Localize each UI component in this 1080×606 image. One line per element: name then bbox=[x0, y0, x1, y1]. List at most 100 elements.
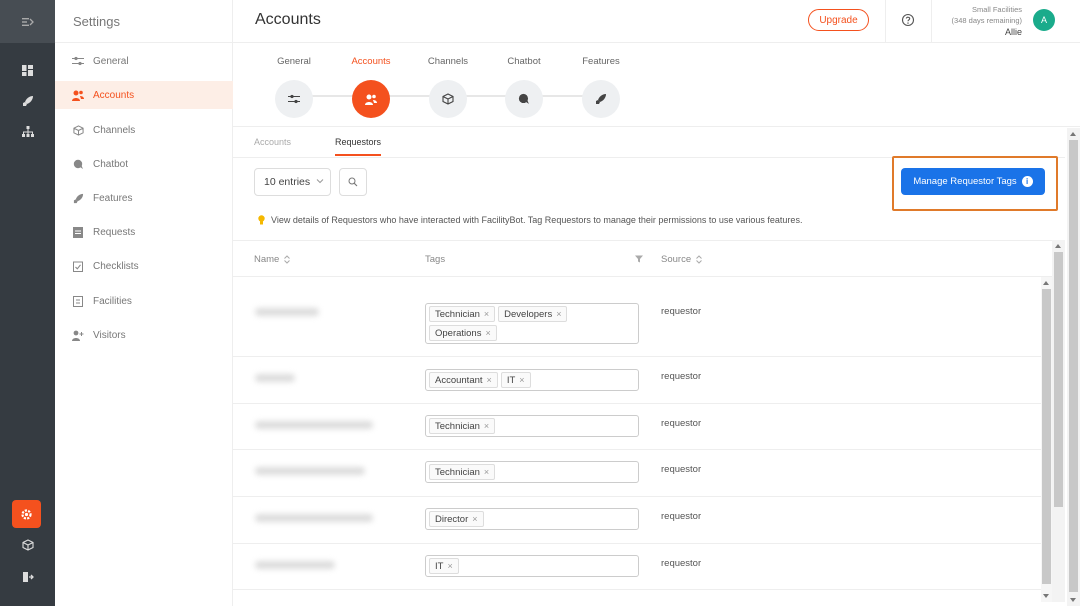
collapse-button[interactable] bbox=[0, 0, 55, 43]
tags-input[interactable]: Technician × bbox=[425, 461, 639, 483]
rail-facilities-button[interactable] bbox=[0, 120, 55, 144]
column-header-source[interactable]: Source bbox=[661, 254, 702, 265]
user-name[interactable]: Allie bbox=[1005, 27, 1022, 37]
sidebar-item-channels[interactable]: Channels bbox=[55, 116, 233, 144]
step-label: Chatbot bbox=[507, 56, 541, 67]
step-general[interactable]: General bbox=[254, 44, 334, 118]
source-cell: requestor bbox=[661, 464, 702, 475]
rail-box-button[interactable] bbox=[0, 533, 55, 557]
tag-chip[interactable]: IT × bbox=[429, 558, 459, 574]
filter-icon[interactable] bbox=[635, 255, 643, 263]
users-icon bbox=[365, 94, 377, 105]
table-body-scrollbar[interactable] bbox=[1041, 277, 1052, 602]
sidebar-item-label: Accounts bbox=[93, 89, 135, 101]
search-button[interactable] bbox=[339, 168, 367, 196]
account-subtabs: Accounts Requestors bbox=[233, 128, 1065, 158]
tags-input[interactable]: Director × bbox=[425, 508, 639, 530]
collapse-icon bbox=[21, 17, 34, 26]
sidebar-item-visitors[interactable]: Visitors bbox=[55, 321, 233, 349]
sidebar-item-accounts[interactable]: Accounts bbox=[55, 81, 233, 109]
column-header-name[interactable]: Name bbox=[254, 254, 291, 265]
requestor-name-redacted bbox=[255, 421, 373, 429]
tab-accounts[interactable]: Accounts bbox=[254, 137, 291, 154]
avatar[interactable]: A bbox=[1033, 9, 1055, 31]
tag-chip[interactable]: Operations × bbox=[429, 325, 497, 341]
header-divider bbox=[931, 0, 932, 43]
chevron-down-icon bbox=[316, 179, 324, 184]
step-channels[interactable]: Channels bbox=[408, 44, 488, 118]
sidebar-item-checklists[interactable]: Checklists bbox=[55, 252, 233, 280]
rocket-icon bbox=[22, 96, 33, 106]
table-row[interactable]: Technician × Developers × Operations × requ… bbox=[233, 290, 1041, 357]
rail-rocket-button[interactable] bbox=[0, 89, 55, 113]
sidebar-item-features[interactable]: Features bbox=[55, 184, 233, 212]
scroll-up-arrow[interactable] bbox=[1070, 132, 1076, 136]
scroll-down-arrow[interactable] bbox=[1043, 594, 1049, 598]
sidebar-title: Settings bbox=[55, 0, 232, 43]
source-cell: requestor bbox=[661, 418, 702, 429]
sidebar-item-general[interactable]: General bbox=[55, 47, 233, 75]
sort-icon bbox=[284, 255, 291, 264]
scroll-down-arrow[interactable] bbox=[1070, 598, 1076, 602]
scroll-up-arrow[interactable] bbox=[1043, 281, 1049, 285]
step-accounts[interactable]: Accounts bbox=[331, 44, 411, 118]
scrollbar-thumb[interactable] bbox=[1042, 289, 1051, 584]
remove-tag-icon[interactable]: × bbox=[485, 328, 490, 338]
tags-input[interactable]: Technician × Developers × Operations × bbox=[425, 303, 639, 344]
remove-tag-icon[interactable]: × bbox=[519, 375, 524, 385]
tag-chip[interactable]: Technician × bbox=[429, 306, 496, 322]
sidebar-item-label: Visitors bbox=[93, 329, 126, 341]
tag-chip[interactable]: IT × bbox=[500, 372, 531, 388]
table-scrollbar[interactable] bbox=[1052, 240, 1065, 602]
page-scrollbar[interactable] bbox=[1067, 128, 1080, 606]
facilities-tree-icon bbox=[21, 126, 34, 137]
step-features[interactable]: Features bbox=[561, 44, 641, 118]
remove-tag-icon[interactable]: × bbox=[484, 309, 489, 319]
tags-input[interactable]: Accountant × IT × bbox=[425, 369, 639, 391]
column-header-label: Tags bbox=[425, 254, 446, 265]
tags-input[interactable]: IT × bbox=[425, 555, 639, 577]
remove-tag-icon[interactable]: × bbox=[556, 309, 561, 319]
tag-chip[interactable]: Technician × bbox=[429, 418, 496, 434]
step-chatbot[interactable]: Chatbot bbox=[484, 44, 564, 118]
table-row[interactable]: IT × requestor bbox=[233, 544, 1041, 590]
scrollbar-thumb[interactable] bbox=[1054, 252, 1063, 507]
remove-tag-icon[interactable]: × bbox=[447, 561, 452, 571]
sidebar-item-label: Chatbot bbox=[93, 158, 129, 170]
page-title: Accounts bbox=[255, 11, 321, 28]
sidebar-item-chatbot[interactable]: Chatbot bbox=[55, 150, 233, 178]
help-icon[interactable] bbox=[901, 13, 915, 27]
upgrade-button[interactable]: Upgrade bbox=[808, 9, 869, 31]
remove-tag-icon[interactable]: × bbox=[487, 375, 492, 385]
manage-requestor-tags-button[interactable]: Manage Requestor Tags i bbox=[901, 168, 1045, 195]
sidebar-item-requests[interactable]: Requests bbox=[55, 218, 233, 246]
remove-tag-icon[interactable]: × bbox=[484, 421, 489, 431]
table-row[interactable]: Technician × requestor bbox=[233, 450, 1041, 497]
tag-label: Technician bbox=[435, 420, 480, 432]
sort-icon bbox=[696, 255, 702, 264]
tag-chip[interactable]: Director × bbox=[429, 511, 484, 527]
sidebar-item-facilities[interactable]: Facilities bbox=[55, 287, 233, 315]
remove-tag-icon[interactable]: × bbox=[484, 467, 489, 477]
tab-requestors[interactable]: Requestors bbox=[335, 137, 382, 156]
tags-input[interactable]: Technician × bbox=[425, 415, 639, 437]
sidebar-item-label: Facilities bbox=[93, 295, 132, 307]
entries-select[interactable]: 10 entries bbox=[254, 168, 331, 196]
setup-steps: General Accounts Channels Chatbot Featur… bbox=[233, 44, 1080, 127]
rail-settings-button[interactable] bbox=[12, 500, 41, 528]
tag-chip[interactable]: Developers × bbox=[498, 306, 568, 322]
remove-tag-icon[interactable]: × bbox=[472, 514, 477, 524]
table-row[interactable]: Accountant × IT × requestor bbox=[233, 357, 1041, 404]
tag-label: Operations bbox=[435, 327, 482, 339]
tag-chip[interactable]: Accountant × bbox=[429, 372, 498, 388]
step-circle bbox=[429, 80, 467, 118]
scroll-up-arrow[interactable] bbox=[1055, 244, 1061, 248]
table-row[interactable]: Technician × requestor bbox=[233, 404, 1041, 450]
rail-dashboard-button[interactable] bbox=[0, 58, 55, 82]
rail-logout-button[interactable] bbox=[0, 565, 55, 589]
table-row[interactable]: Director × requestor bbox=[233, 497, 1041, 544]
tag-chip[interactable]: Technician × bbox=[429, 464, 496, 480]
scrollbar-thumb[interactable] bbox=[1069, 140, 1078, 592]
users-icon bbox=[72, 89, 84, 101]
step-label: General bbox=[277, 56, 311, 67]
